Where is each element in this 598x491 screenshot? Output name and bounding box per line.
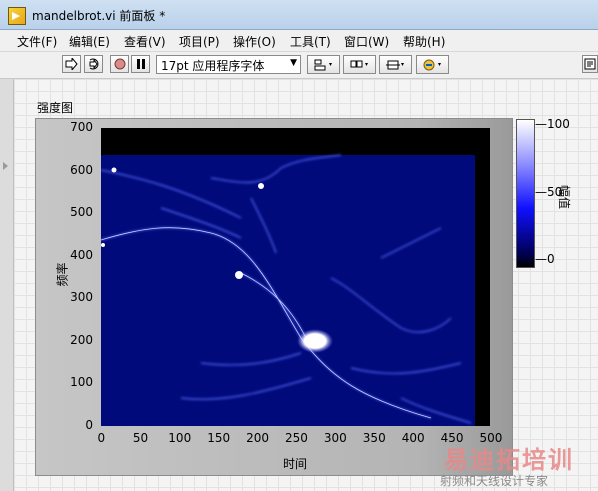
menu-help[interactable]: 帮助(H) — [403, 33, 445, 50]
chevron-down-icon: ▼ — [290, 58, 297, 68]
x-tick-label: 250 — [285, 431, 308, 445]
y-tick-label: 100 — [70, 375, 93, 390]
pause-button[interactable] — [131, 55, 150, 73]
x-tick-label: 350 — [362, 431, 386, 445]
x-tick-label: 100 — [168, 431, 192, 445]
x-tick-label: 0 — [97, 431, 106, 445]
menu-view[interactable]: 查看(V) — [124, 33, 166, 50]
resize-objects-dropdown[interactable] — [379, 55, 412, 74]
minibrot-4 — [101, 243, 105, 247]
menu-edit[interactable]: 编辑(E) — [69, 33, 110, 50]
z-tick-label: —0 — [535, 252, 555, 266]
watermark-subtitle: 射频和天线设计专家 — [440, 474, 549, 488]
run-arrow-icon — [65, 58, 78, 70]
minibrot-1 — [235, 271, 243, 279]
intensity-plot — [101, 128, 490, 426]
x-tick-label: 200 — [246, 431, 269, 445]
y-tick-label: 400 — [70, 247, 93, 262]
y-tick-label: 0 — [85, 418, 93, 432]
align-objects-dropdown[interactable] — [307, 55, 340, 74]
menu-bar: 文件(F) 编辑(E) 查看(V) 项目(P) 操作(O) 工具(T) 窗口(W… — [0, 30, 598, 52]
font-select-value: 17pt 应用程序字体 — [161, 59, 265, 73]
graph-label: 强度图 — [37, 101, 74, 115]
data-region — [101, 155, 475, 426]
reorder-dropdown[interactable] — [416, 55, 449, 74]
run-continuously-button[interactable] — [84, 55, 103, 73]
color-scale[interactable] — [516, 119, 535, 268]
minibrot-2 — [258, 183, 264, 189]
x-axis-label: 时间 — [283, 457, 308, 471]
minibrot-3 — [111, 167, 117, 173]
context-help-icon — [584, 58, 596, 70]
distribute-objects-dropdown[interactable] — [343, 55, 376, 74]
resize-objects-icon — [385, 60, 404, 69]
y-tick-label: 300 — [70, 290, 93, 305]
color-scale-label: 幅值 — [557, 185, 571, 210]
y-tick-label: 200 — [70, 332, 93, 347]
z-tick-label: —100 — [535, 117, 570, 131]
plot-area[interactable] — [101, 128, 490, 426]
menu-operate[interactable]: 操作(O) — [233, 33, 276, 50]
menu-tools[interactable]: 工具(T) — [290, 33, 331, 50]
labview-vi-icon — [8, 7, 26, 25]
window-title: mandelbrot.vi 前面板 * — [32, 9, 166, 23]
menu-file[interactable]: 文件(F) — [17, 33, 57, 50]
toolbar: 17pt 应用程序字体 ▼ — [0, 52, 598, 79]
title-bar: mandelbrot.vi 前面板 * — [0, 0, 598, 30]
y-tick-label: 500 — [70, 205, 93, 220]
abort-button[interactable] — [110, 55, 129, 73]
abort-icon — [114, 58, 125, 70]
run-continuously-icon — [89, 58, 98, 70]
watermark-logo: 易迪拓培训 射频和天线设计专家 — [430, 436, 598, 491]
x-tick-label: 150 — [207, 431, 231, 445]
y-tick-label: 700 — [70, 120, 93, 134]
main-bulb — [297, 329, 333, 353]
y-axis-label: 频率 — [55, 262, 70, 287]
menu-project[interactable]: 项目(P) — [179, 33, 220, 50]
x-tick-label: 400 — [401, 431, 425, 445]
context-help-button[interactable] — [582, 55, 598, 73]
watermark-title: 易迪拓培训 — [444, 446, 574, 474]
reorder-icon — [423, 59, 441, 70]
x-tick-label: 50 — [132, 431, 149, 445]
font-select[interactable]: 17pt 应用程序字体 ▼ — [156, 55, 301, 74]
align-objects-icon — [314, 59, 332, 70]
y-tick-label: 600 — [70, 162, 93, 177]
pause-icon — [136, 59, 145, 69]
menu-window[interactable]: 窗口(W) — [344, 33, 389, 50]
distribute-objects-icon — [350, 60, 368, 67]
run-button[interactable] — [62, 55, 81, 73]
x-tick-label: 300 — [323, 431, 347, 445]
